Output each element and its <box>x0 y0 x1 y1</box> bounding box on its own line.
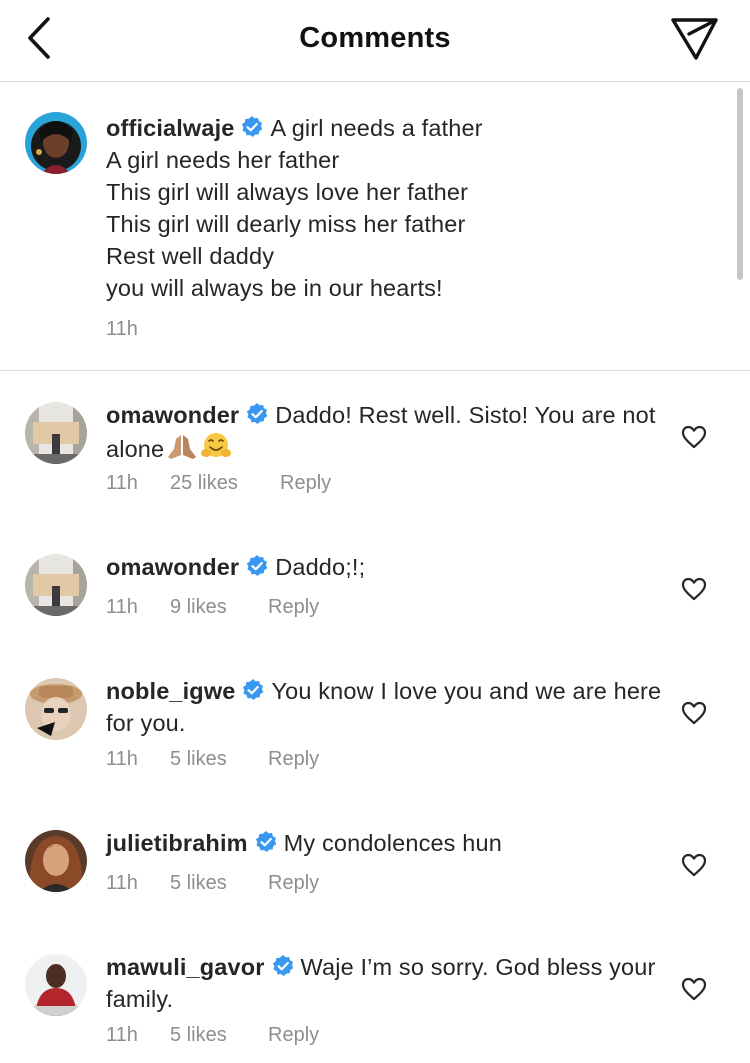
reply-button[interactable]: Reply <box>268 596 319 619</box>
verified-badge-icon <box>241 678 265 702</box>
username[interactable]: noble_igwe <box>106 678 235 704</box>
timestamp: 11h <box>106 318 138 340</box>
verified-badge-icon <box>254 830 278 854</box>
heart-outline-icon[interactable] <box>681 577 707 601</box>
caption-line: This girl will always love her father <box>106 179 469 205</box>
username[interactable]: mawuli_gavor <box>106 954 265 980</box>
comment-text: My condolences hun <box>283 830 502 856</box>
timestamp: 11h <box>106 596 138 618</box>
likes-count[interactable]: 5 likes <box>170 1024 268 1047</box>
post-caption: officialwaje A girl needs a father A girl… <box>0 83 750 371</box>
comment-meta: 11h 5 likes Reply <box>106 1024 319 1047</box>
reply-button[interactable]: Reply <box>268 872 319 895</box>
comment-meta: 11h 25 likes Reply <box>106 472 331 495</box>
caption-line: you will always be in our hearts! <box>106 275 443 301</box>
caption-line: This girl will dearly miss her father <box>106 211 466 237</box>
caption-body: officialwaje A girl needs a father A girl… <box>106 112 716 304</box>
avatar[interactable] <box>25 402 87 464</box>
reply-button[interactable]: Reply <box>280 472 331 495</box>
likes-count[interactable]: 25 likes <box>170 472 280 495</box>
comment-meta: 11h 5 likes Reply <box>106 748 319 771</box>
verified-badge-icon <box>271 954 295 978</box>
likes-count[interactable]: 5 likes <box>170 748 268 771</box>
verified-badge-icon <box>245 402 269 426</box>
heart-outline-icon[interactable] <box>681 701 707 725</box>
caption-line: Rest well daddy <box>106 243 275 269</box>
page-title: Comments <box>299 22 451 54</box>
timestamp: 11h <box>106 872 138 894</box>
caption-meta: 11h <box>106 318 170 341</box>
avatar[interactable] <box>25 954 87 1016</box>
folded-hands-emoji <box>166 433 198 469</box>
reply-button[interactable]: Reply <box>268 1024 319 1047</box>
comment-meta: 11h 5 likes Reply <box>106 872 319 895</box>
comment-body: julietibrahim My condolences hun <box>106 827 666 859</box>
avatar[interactable] <box>25 554 87 616</box>
avatar[interactable] <box>25 830 87 892</box>
reply-button[interactable]: Reply <box>268 748 319 771</box>
timestamp: 11h <box>106 1024 138 1046</box>
header-bar: Comments <box>0 0 750 82</box>
verified-badge-icon <box>240 115 264 139</box>
comment-body: omawonder Daddo;!; <box>106 551 666 583</box>
comment-text: Daddo;!; <box>275 554 366 580</box>
comment-body: noble_igwe You know I love you and we are… <box>106 675 666 739</box>
caption-line: A girl needs her father <box>106 147 340 173</box>
comment-body: omawonder Daddo! Rest well. Sisto! You ar… <box>106 399 666 469</box>
username[interactable]: omawonder <box>106 554 239 580</box>
avatar[interactable] <box>25 678 87 740</box>
username[interactable]: officialwaje <box>106 115 234 141</box>
verified-badge-icon <box>245 554 269 578</box>
timestamp: 11h <box>106 748 138 770</box>
caption-line: A girl needs a father <box>270 115 483 141</box>
likes-count[interactable]: 5 likes <box>170 872 268 895</box>
username[interactable]: julietibrahim <box>106 830 248 856</box>
send-paper-plane-icon[interactable] <box>668 14 720 64</box>
heart-outline-icon[interactable] <box>681 853 707 877</box>
comment-body: mawuli_gavor Waje I’m so sorry. God bless… <box>106 951 666 1015</box>
heart-outline-icon[interactable] <box>681 977 707 1001</box>
username[interactable]: omawonder <box>106 402 239 428</box>
comment-meta: 11h 9 likes Reply <box>106 596 319 619</box>
heart-outline-icon[interactable] <box>681 425 707 449</box>
hugging-face-emoji <box>200 431 232 469</box>
likes-count[interactable]: 9 likes <box>170 596 268 619</box>
avatar[interactable] <box>25 112 87 174</box>
timestamp: 11h <box>106 472 138 494</box>
